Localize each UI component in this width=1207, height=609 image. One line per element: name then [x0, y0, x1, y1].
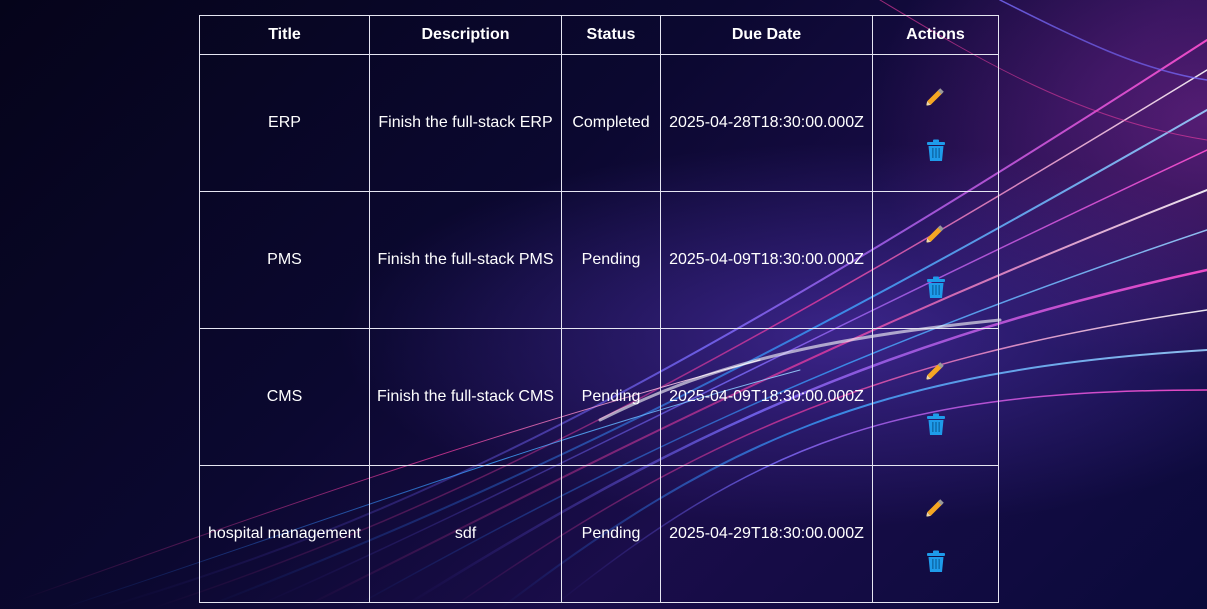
cell-status: Pending [561, 328, 661, 466]
cell-status: Pending [561, 191, 661, 329]
cell-status: Pending [561, 465, 661, 603]
trash-icon[interactable] [923, 274, 949, 300]
cell-description: Finish the full-stack PMS [369, 191, 562, 329]
tasks-table: Title Description Status Due Date Action… [199, 15, 999, 603]
cell-due-date: 2025-04-09T18:30:00.000Z [660, 328, 873, 466]
cell-status: Completed [561, 54, 661, 192]
cell-due-date: 2025-04-09T18:30:00.000Z [660, 191, 873, 329]
pencil-icon[interactable] [923, 357, 949, 383]
tasks-table-container: Title Description Status Due Date Action… [199, 15, 999, 603]
table-row: ERP Finish the full-stack ERP Completed … [199, 54, 999, 192]
table-row: PMS Finish the full-stack PMS Pending 20… [199, 191, 999, 329]
cell-due-date: 2025-04-29T18:30:00.000Z [660, 465, 873, 603]
trash-icon[interactable] [923, 411, 949, 437]
table-header-row: Title Description Status Due Date Action… [199, 15, 999, 55]
pencil-icon[interactable] [923, 494, 949, 520]
cell-actions [872, 328, 999, 466]
header-description: Description [369, 15, 562, 55]
cell-title: PMS [199, 191, 370, 329]
cell-description: Finish the full-stack ERP [369, 54, 562, 192]
cell-title: hospital management [199, 465, 370, 603]
header-actions: Actions [872, 15, 999, 55]
cell-actions [872, 191, 999, 329]
trash-icon[interactable] [923, 548, 949, 574]
cell-actions [872, 54, 999, 192]
cell-description: sdf [369, 465, 562, 603]
header-status: Status [561, 15, 661, 55]
pencil-icon[interactable] [923, 83, 949, 109]
pencil-icon[interactable] [923, 220, 949, 246]
header-title: Title [199, 15, 370, 55]
cell-due-date: 2025-04-28T18:30:00.000Z [660, 54, 873, 192]
cell-title: CMS [199, 328, 370, 466]
table-row: CMS Finish the full-stack CMS Pending 20… [199, 328, 999, 466]
cell-description: Finish the full-stack CMS [369, 328, 562, 466]
cell-title: ERP [199, 54, 370, 192]
cell-actions [872, 465, 999, 603]
trash-icon[interactable] [923, 137, 949, 163]
table-row: hospital management sdf Pending 2025-04-… [199, 465, 999, 603]
header-due-date: Due Date [660, 15, 873, 55]
